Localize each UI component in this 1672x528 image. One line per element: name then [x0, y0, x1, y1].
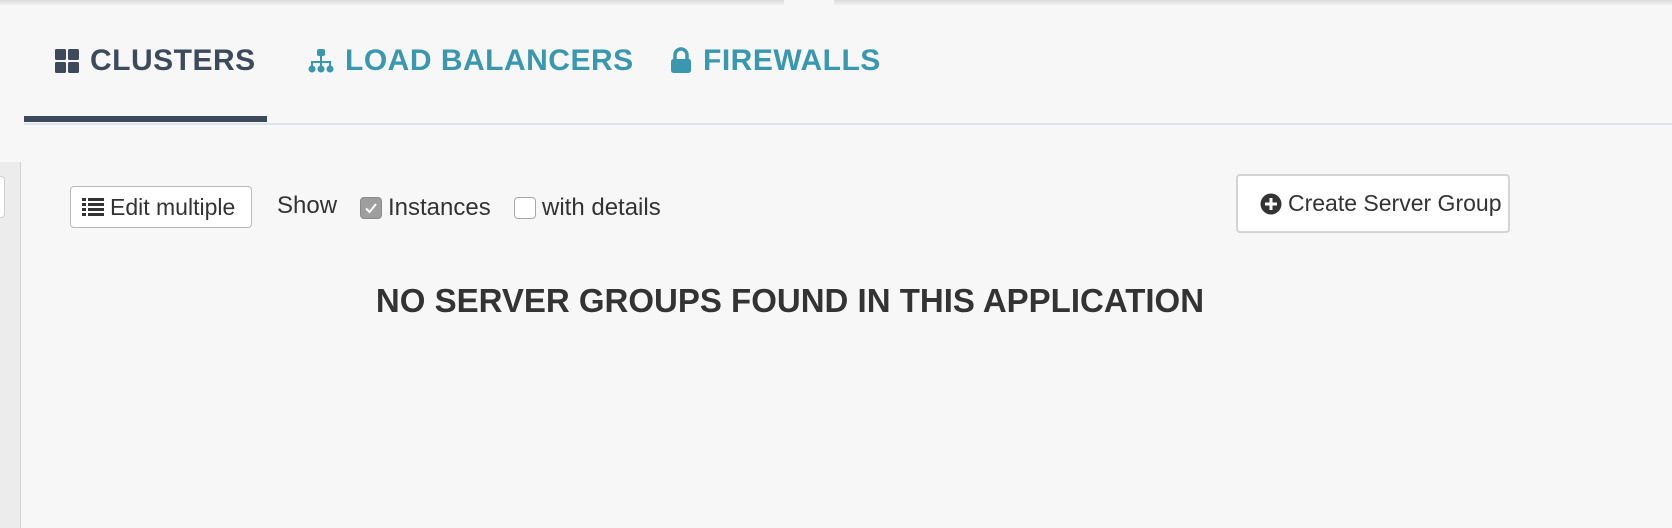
plus-circle-icon [1260, 193, 1282, 215]
instances-checkbox[interactable]: Instances [360, 194, 491, 222]
tab-firewalls[interactable]: FIREWALLS [669, 40, 881, 82]
with-details-label: with details [542, 194, 661, 221]
checkbox-unchecked-icon[interactable] [514, 197, 536, 219]
with-details-checkbox[interactable]: with details [514, 194, 661, 222]
show-label: Show [277, 192, 338, 219]
empty-state-message: NO SERVER GROUPS FOUND IN THIS APPLICATI… [375, 282, 1205, 319]
grid-icon [54, 48, 80, 74]
create-server-group-button[interactable]: Create Server Group [1236, 174, 1510, 233]
instances-label: Instances [388, 194, 491, 221]
sidebar-toggle-handle[interactable] [0, 176, 5, 218]
tab-load-balancers-label: LOAD BALANCERS [345, 44, 634, 77]
tab-firewalls-label: FIREWALLS [703, 44, 881, 77]
tab-bar: CLUSTERS LOAD BALANCERS FIREWALLS [24, 0, 1672, 125]
sitemap-icon [307, 47, 335, 75]
tab-clusters-label: CLUSTERS [90, 44, 256, 77]
lock-icon [669, 47, 693, 75]
edit-multiple-label: Edit multiple [110, 193, 236, 220]
edit-multiple-button[interactable]: Edit multiple [70, 186, 252, 228]
tab-load-balancers[interactable]: LOAD BALANCERS [307, 40, 634, 82]
tab-clusters[interactable]: CLUSTERS [54, 40, 256, 82]
app-root: CLUSTERS LOAD BALANCERS FIREWALLS Edit m… [0, 0, 1672, 528]
create-server-group-label: Create Server Group [1288, 190, 1502, 216]
active-tab-indicator [24, 116, 267, 122]
list-icon [82, 197, 104, 217]
checkbox-checked-icon[interactable] [360, 197, 382, 219]
